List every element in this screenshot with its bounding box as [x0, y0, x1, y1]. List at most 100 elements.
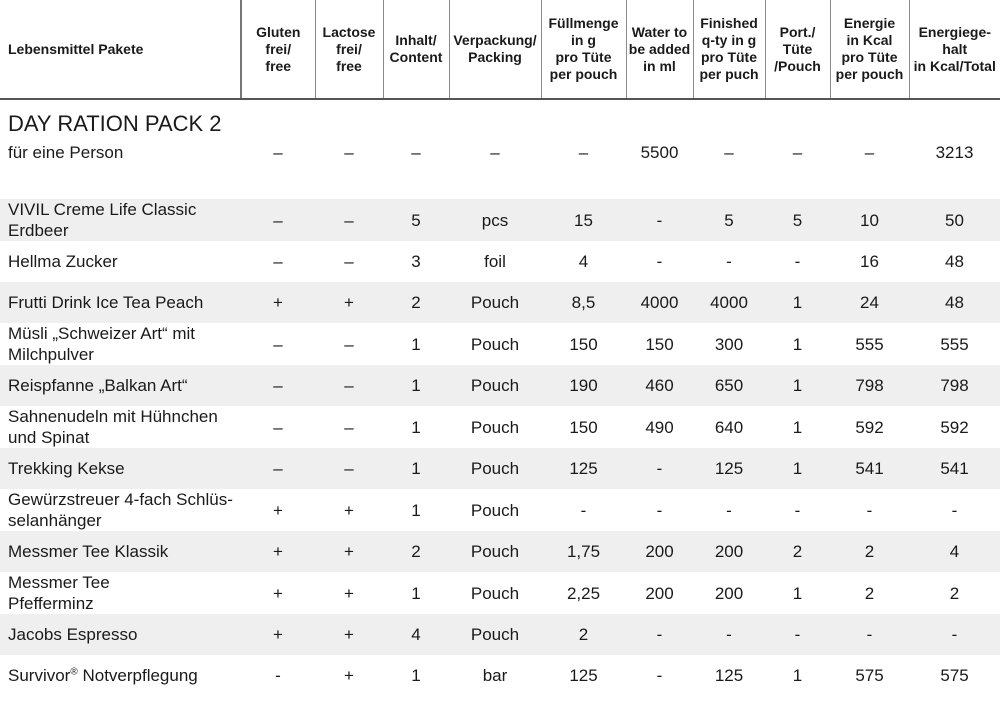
item-content: 1	[411, 500, 421, 520]
item-content: 1	[411, 666, 421, 685]
item-finished-qty: 300	[714, 334, 744, 354]
pack-portions: –	[792, 143, 803, 162]
item-finished-qty: -	[693, 614, 765, 655]
item-energy-total: 4	[909, 531, 1000, 572]
item-name: Frutti Drink Ice Tea Peach	[0, 282, 241, 323]
table-row: Reispfanne „Balkan Art“ – –1 Pouch 190 460 650…	[0, 365, 1000, 406]
item-name: Müsli „Schweizer Art“ mit Milchpulver	[8, 324, 196, 364]
table-row: Sahnenudeln mit Hühnchen und Spinat – – 1 Po…	[0, 406, 1000, 448]
item-energy-per-pouch: 541	[830, 448, 909, 489]
item-finished-qty: 125	[693, 448, 765, 489]
table-row: Trekking Kekse – –1 Pouch 125-125 1 541 541	[0, 448, 1000, 489]
item-energy-total: 555	[940, 334, 969, 354]
item-portions: -	[765, 614, 830, 655]
item-fill-weight: 190	[541, 365, 626, 406]
item-content: 2	[383, 531, 449, 572]
table-row: Survivor® Notverpflegung - +1 bar 125 - 125 1 57…	[0, 655, 1000, 696]
header-finished-qty: Finished q-ty in g pro Tüte per puch	[692, 0, 765, 100]
header-energy-per-pouch: Energie in Kcal pro Tüte per pouch	[829, 0, 909, 100]
item-gluten-free: –	[273, 252, 283, 271]
item-lactose-free: +	[344, 500, 354, 520]
item-lactose-free: –	[344, 252, 354, 271]
header-energy-total: Energiege- halt in Kcal/Total	[908, 0, 1000, 100]
item-fill-weight: 125	[541, 448, 626, 489]
item-content: 5	[383, 199, 449, 241]
item-energy-total: -	[909, 614, 1000, 655]
item-name-text: Survivor	[8, 666, 71, 685]
item-lactose-free: –	[344, 334, 354, 354]
header-lactose-free: Lactose frei/ free	[314, 0, 383, 100]
item-finished-qty: 200	[693, 531, 765, 572]
item-energy-total: 798	[909, 365, 1000, 406]
ration-pack-sheet: Lebensmittel Pakete Gluten frei/ free La…	[0, 0, 1000, 705]
item-lactose-free: –	[315, 199, 383, 241]
item-packing: Pouch	[449, 282, 541, 323]
item-fill-weight: 150	[569, 417, 598, 437]
table-row: Frutti Drink Ice Tea Peach + +2 Pouch 8,5 400…	[0, 282, 1000, 323]
item-energy-total: -	[951, 500, 958, 520]
item-lactose-free: +	[344, 583, 354, 603]
pack-content: –	[411, 143, 421, 162]
item-energy-total: 48	[909, 282, 1000, 323]
pack-energy: –	[864, 143, 875, 162]
registered-mark: ®	[70, 666, 78, 678]
item-gluten-free: +	[241, 531, 315, 572]
item-portions: 1	[765, 448, 830, 489]
item-portions: 1	[792, 583, 803, 603]
item-lactose-free: –	[344, 417, 354, 437]
item-name: Reispfanne „Balkan Art“	[0, 365, 241, 406]
table-row: VIVIL Creme Life Classic Erdbeer – –5 pcs 15…	[0, 199, 1000, 241]
item-finished-qty: 5	[693, 199, 765, 241]
item-name: Trekking Kekse	[0, 448, 241, 489]
item-finished-qty: -	[726, 500, 732, 520]
item-finished-qty: 125	[714, 666, 744, 685]
pack-subtitle: für eine Person	[8, 143, 124, 162]
item-energy-total: 50	[909, 199, 1000, 241]
item-fill-weight: 125	[569, 666, 598, 685]
item-finished-qty: 200	[714, 583, 744, 603]
header-gluten-free: Gluten frei/ free	[240, 0, 315, 100]
item-water: 200	[626, 531, 693, 572]
item-lactose-free: +	[315, 282, 383, 323]
nutrition-table: Lebensmittel Pakete Gluten frei/ free La…	[0, 0, 1000, 696]
item-portions: 5	[765, 199, 830, 241]
item-energy-per-pouch: 575	[855, 666, 884, 685]
item-gluten-free: –	[273, 417, 283, 437]
item-water: -	[626, 448, 693, 489]
item-fill-weight: 150	[569, 334, 598, 354]
item-content: 1	[383, 448, 449, 489]
item-fill-weight: 1,75	[541, 531, 626, 572]
item-content: 1	[411, 417, 421, 437]
item-water: 490	[645, 417, 674, 437]
item-fill-weight: 2,25	[566, 583, 601, 603]
header-content: Inhalt/ Content	[382, 0, 449, 100]
item-packing: foil	[484, 252, 506, 271]
pack-summary-row: für eine Person – – – – – 5500 – – – 321…	[0, 136, 1000, 199]
item-name: Survivor® Notverpflegung	[0, 655, 241, 696]
item-finished-qty: 4000	[693, 282, 765, 323]
item-fill-weight: 8,5	[541, 282, 626, 323]
table-row: Jacobs Espresso + +4 Pouch 2- - - - -	[0, 614, 1000, 655]
item-packing: Pouch	[449, 448, 541, 489]
item-finished-qty: -	[726, 252, 732, 271]
table-row: Gewürzstreuer 4-fach Schlüs- selanhänger…	[0, 489, 1000, 531]
item-portions: -	[794, 500, 801, 520]
header-fill-weight: Füllmenge in g pro Tüte per pouch	[540, 0, 626, 100]
item-name: Gewürzstreuer 4-fach Schlüs- selanhänger	[8, 490, 233, 530]
item-lactose-free: –	[315, 448, 383, 489]
item-energy-per-pouch: 16	[860, 252, 879, 271]
item-water: 200	[645, 583, 674, 603]
item-packing: Pouch	[470, 417, 520, 437]
item-energy-per-pouch: 2	[864, 583, 875, 603]
item-name: Hellma Zucker	[8, 252, 118, 271]
item-fill-weight: -	[580, 500, 587, 520]
item-water: -	[656, 252, 663, 271]
pack-packing: –	[490, 143, 500, 162]
item-water: -	[656, 666, 663, 685]
header-packing: Verpackung/ Packing	[448, 0, 541, 100]
item-portions: 2	[765, 531, 830, 572]
item-energy-total: 575	[940, 666, 969, 685]
pack-title: DAY RATION PACK 2	[8, 111, 222, 136]
item-energy-per-pouch: -	[866, 500, 873, 520]
item-gluten-free: –	[241, 448, 315, 489]
